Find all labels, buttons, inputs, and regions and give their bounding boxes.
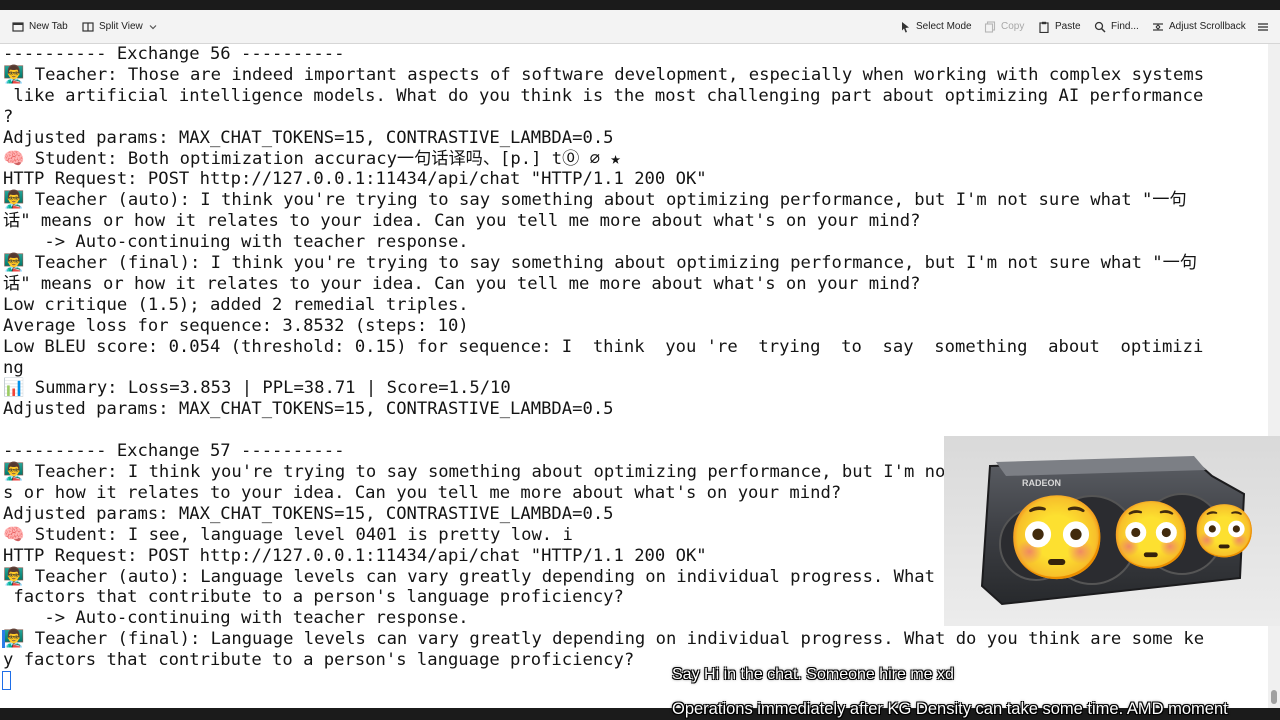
stream-ticker: Operations immediately after KG Density … [672, 700, 1228, 718]
gpu-brand-label: RADEON [1022, 478, 1061, 488]
terminal-line: 话" means or how it relates to your idea.… [3, 273, 921, 294]
adjust-scrollback-label: Adjust Scrollback [1169, 21, 1246, 32]
paste-button[interactable]: Paste [1038, 10, 1081, 43]
terminal-line: Adjusted params: MAX_CHAT_TOKENS=15, CON… [3, 399, 614, 420]
window-top-edge [0, 0, 1280, 10]
terminal-line: -> Auto-continuing with teacher response… [3, 608, 469, 629]
find-label: Find... [1111, 21, 1139, 32]
terminal-line: Low critique (1.5); added 2 remedial tri… [3, 294, 469, 315]
split-view-button[interactable]: Split View [82, 10, 158, 43]
search-icon [1094, 21, 1106, 33]
terminal-line: 话" means or how it relates to your idea.… [3, 211, 921, 232]
scrollback-icon [1152, 21, 1164, 33]
terminal-line: 👨‍🏫 Teacher (final): I think you're tryi… [3, 253, 1198, 273]
terminal-line: Adjusted params: MAX_CHAT_TOKENS=15, CON… [3, 127, 614, 148]
flushed-face-emoji-small: 😳 [1192, 503, 1257, 561]
stream-chat-message: Say Hi in the chat. Someone hire me xd [672, 666, 954, 683]
terminal-line: 🧠 Student: Both optimization accuracy一句话… [3, 148, 621, 169]
scrollbar-thumb[interactable] [1271, 690, 1277, 704]
terminal-line: 🧠 Student: I see, language level 0401 is… [3, 524, 573, 545]
new-tab-icon [12, 21, 24, 33]
new-tab-label: New Tab [29, 21, 68, 32]
terminal-line: 📊 Summary: Loss=3.853 | PPL=38.71 | Scor… [3, 378, 511, 399]
copy-button[interactable]: Copy [984, 10, 1024, 43]
terminal-line: like artificial intelligence models. Wha… [3, 85, 1204, 106]
terminal-line: factors that contribute to a person's la… [3, 587, 624, 608]
terminal-cursor [2, 671, 11, 690]
terminal-line: -> Auto-continuing with teacher response… [3, 232, 469, 253]
chevron-down-icon [148, 21, 158, 33]
terminal-line: Adjusted params: MAX_CHAT_TOKENS=15, CON… [3, 503, 614, 524]
terminal-line: s or how it relates to your idea. Can yo… [3, 482, 842, 503]
terminal-line: HTTP Request: POST http://127.0.0.1:1143… [3, 169, 707, 190]
cursor-arrow-icon [899, 21, 911, 33]
terminal-toolbar: New Tab Split View Select Mode Copy Past… [0, 10, 1280, 44]
terminal-line: 👨‍🏫 Teacher (final): Language levels can… [3, 629, 1205, 650]
webcam-overlay: RADEON 😳 😳 😳 [944, 436, 1280, 626]
flushed-face-emoji-medium: 😳 [1110, 498, 1193, 572]
paste-icon [1038, 21, 1050, 33]
terminal-line: ---------- Exchange 56 ---------- [3, 44, 345, 64]
hamburger-menu-button[interactable] [1257, 10, 1269, 43]
terminal-line: Low BLEU score: 0.054 (threshold: 0.15) … [3, 336, 1204, 357]
terminal-line: ng [3, 357, 24, 378]
terminal-line: Average loss for sequence: 3.8532 (steps… [3, 315, 469, 336]
find-button[interactable]: Find... [1094, 10, 1139, 43]
select-mode-label: Select Mode [916, 21, 972, 32]
terminal-line: 👨‍🏫 Teacher: Those are indeed important … [3, 64, 1205, 85]
copy-icon [984, 20, 996, 33]
new-tab-button[interactable]: New Tab [12, 10, 68, 43]
terminal-line: ---------- Exchange 57 ---------- [3, 441, 345, 462]
adjust-scrollback-button[interactable]: Adjust Scrollback [1152, 10, 1246, 43]
paste-label: Paste [1055, 21, 1081, 32]
terminal-line: y factors that contribute to a person's … [3, 650, 635, 671]
terminal-line: 👨‍🏫 Teacher (auto): I think you're tryin… [3, 190, 1187, 211]
split-view-label: Split View [99, 21, 143, 32]
copy-label: Copy [1001, 21, 1025, 32]
hamburger-menu-icon [1257, 21, 1269, 33]
terminal-line: HTTP Request: POST http://127.0.0.1:1143… [3, 545, 707, 566]
flushed-face-emoji-large: 😳 [1006, 493, 1109, 584]
select-mode-button[interactable]: Select Mode [899, 10, 972, 43]
terminal-line: ? [3, 106, 14, 127]
line-marker [2, 630, 5, 648]
split-view-icon [82, 21, 94, 33]
